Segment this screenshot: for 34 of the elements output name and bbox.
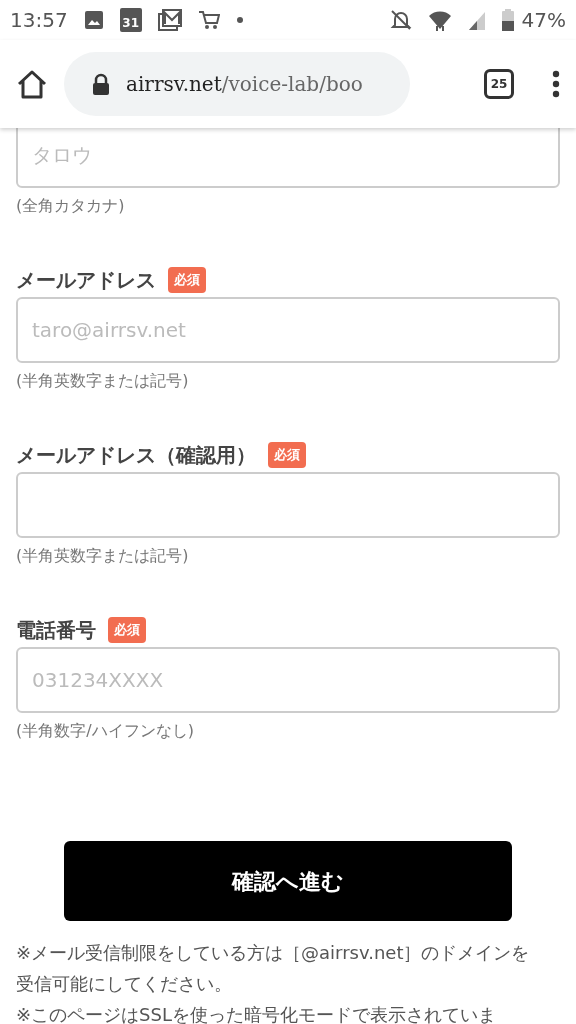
note-text: ※このページはSSLを使った暗号化モードで表示されていま (16, 1003, 497, 1024)
input-field[interactable]: taro@airrsv.net (16, 297, 560, 363)
lock-icon (92, 73, 110, 95)
field-hint: (半角数字/ハイフンなし) (16, 720, 195, 742)
address-bar[interactable]: airrsv.net/voice-lab/boo (64, 52, 410, 116)
input-field[interactable]: タロウ (16, 128, 560, 188)
muted-bell-icon (389, 9, 412, 31)
tab-count-button[interactable]: 25 (484, 69, 514, 99)
clock-time: 13:57 (10, 7, 68, 34)
mail-icon (157, 9, 182, 31)
cart-icon (197, 10, 220, 30)
home-icon[interactable] (16, 69, 48, 99)
field-label: メールアドレス (16, 267, 156, 294)
calendar-icon: 31 (119, 8, 142, 32)
wifi-icon (427, 9, 452, 31)
note-text: ※メール受信制限をしている方は［@airrsv.net］のドメインを受信可能にしてください。 (16, 941, 531, 996)
battery-percent: 47% (521, 7, 566, 34)
required-tag: 必須 (268, 442, 306, 468)
signal-icon (467, 10, 486, 30)
field-label: メールアドレス（確認用） (16, 442, 256, 469)
required-tag: 必須 (108, 617, 146, 643)
confirm-button[interactable]: 確認へ進む (64, 841, 512, 921)
dot-icon (235, 16, 244, 24)
more-menu-icon[interactable] (552, 70, 560, 98)
field-hint: (半角英数字または記号) (16, 545, 190, 567)
field-hint: (半角英数字または記号) (16, 370, 190, 392)
field-label: 電話番号 (16, 617, 96, 644)
required-tag: 必須 (168, 267, 206, 293)
url-text: airrsv.net/voice-lab/boo (126, 71, 363, 98)
image-icon (83, 10, 104, 30)
input-field[interactable] (16, 472, 560, 538)
input-field[interactable]: 031234XXXX (16, 647, 560, 713)
field-hint: (全角カタカナ) (16, 195, 126, 217)
battery-icon (501, 9, 514, 31)
